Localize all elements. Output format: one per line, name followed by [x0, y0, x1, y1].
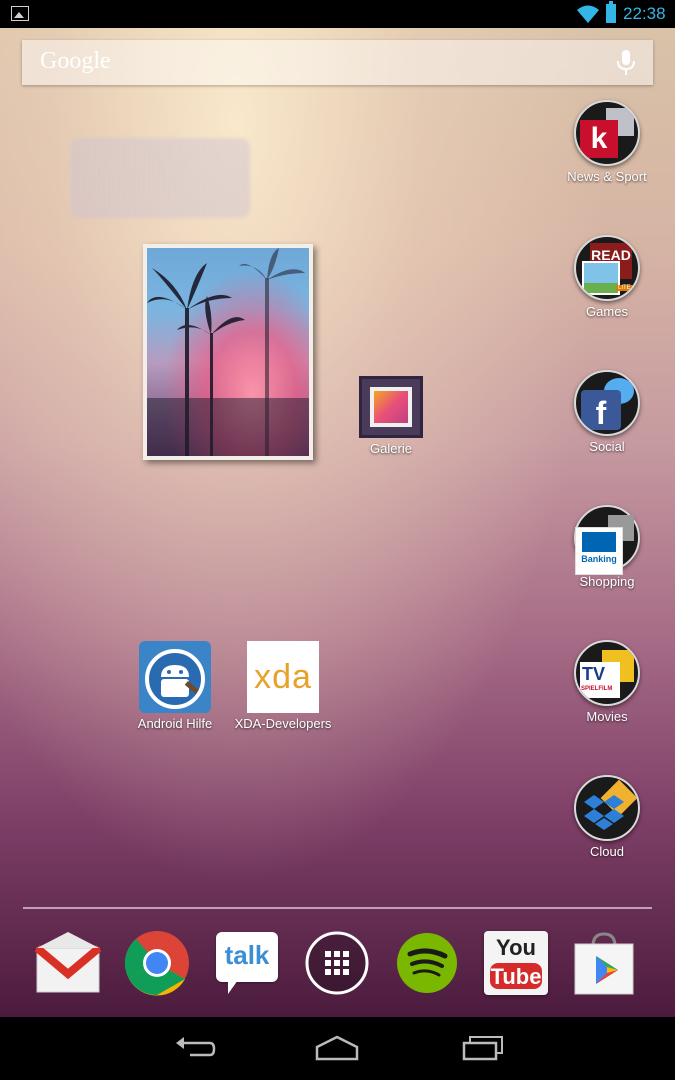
dock-chrome[interactable]	[124, 930, 190, 996]
talk-icon: talk	[216, 932, 278, 982]
back-icon[interactable]	[172, 1033, 216, 1063]
folder-icon: READ LITE	[574, 235, 640, 301]
mic-icon[interactable]	[615, 49, 637, 77]
folder-news-sport[interactable]: k News & Sport	[552, 100, 662, 184]
talk-text: talk	[224, 940, 270, 970]
dock-talk[interactable]: talk	[214, 930, 280, 996]
gallery-notification-icon	[11, 6, 29, 21]
shortcut-label: XDA-Developers	[234, 716, 332, 731]
navigation-bar	[0, 1017, 675, 1080]
folder-games[interactable]: READ LITE Games	[552, 235, 662, 319]
folder-icon: f	[574, 370, 640, 436]
chrome-icon	[124, 931, 189, 996]
game-icon	[582, 261, 620, 295]
shortcut-label: Android Hilfe	[137, 716, 213, 731]
status-bar[interactable]: 22:38	[0, 0, 675, 28]
tv-spielfilm-icon: TV SPIELFILM	[580, 662, 620, 698]
tv-text: TV	[582, 664, 606, 684]
google-logo[interactable]: Google	[40, 48, 111, 75]
folder-social[interactable]: f Social	[552, 370, 662, 454]
palm-trees-image	[147, 248, 309, 456]
banking-icon: Banking	[575, 527, 623, 575]
shortcut-galerie[interactable]: Galerie	[336, 376, 446, 456]
folder-label: News & Sport	[567, 169, 647, 184]
youtube-you: You	[496, 935, 536, 960]
xda-logo-text: xda	[254, 658, 312, 696]
lite-badge: LITE	[616, 285, 633, 291]
folder-label: Shopping	[579, 574, 635, 589]
clock: 22:38	[623, 4, 666, 23]
gallery-icon	[359, 376, 423, 438]
dock-divider	[23, 907, 652, 909]
kicker-icon: k	[580, 120, 618, 158]
recents-icon[interactable]	[460, 1033, 504, 1063]
dock-youtube[interactable]: You Tube	[483, 930, 549, 996]
wifi-icon	[577, 5, 599, 23]
app-drawer-icon	[305, 931, 369, 995]
spielfilm-text: SPIELFILM	[581, 686, 613, 692]
widget-photo	[147, 248, 309, 456]
youtube-tube: Tube	[490, 964, 542, 989]
photo-frame-widget[interactable]	[143, 244, 313, 460]
folder-icon: TV SPIELFILM	[574, 640, 640, 706]
folder-icon	[574, 775, 640, 841]
folder-label: Cloud	[590, 844, 624, 859]
dock-app-drawer[interactable]	[304, 930, 370, 996]
blurred-widget-ghost	[70, 138, 250, 218]
dock-play-store[interactable]	[571, 930, 637, 996]
shortcut-label: Galerie	[370, 441, 412, 456]
play-store-icon	[574, 932, 634, 995]
gmail-icon	[34, 932, 102, 993]
spotify-icon	[397, 933, 457, 993]
folder-shopping[interactable]: Banking Shopping	[552, 505, 662, 589]
facebook-icon: f	[581, 390, 621, 431]
dock-gmail[interactable]	[34, 930, 102, 996]
folder-label: Social	[589, 439, 625, 454]
banking-label: Banking	[581, 554, 617, 564]
home-icon[interactable]	[315, 1033, 359, 1063]
youtube-icon: You Tube	[484, 931, 548, 995]
folder-icon: k	[574, 100, 640, 166]
battery-icon	[606, 1, 616, 23]
folder-cloud[interactable]: Cloud	[552, 775, 662, 859]
google-search-bar[interactable]: Google	[22, 40, 653, 85]
folder-movies[interactable]: TV SPIELFILM Movies	[552, 640, 662, 724]
android-hilfe-icon	[139, 641, 211, 713]
dropbox-icon	[584, 795, 624, 830]
dock-spotify[interactable]	[394, 930, 460, 996]
folder-icon: Banking	[574, 505, 640, 575]
shortcut-xda-developers[interactable]: xda XDA-Developers	[228, 641, 338, 731]
shortcut-android-hilfe[interactable]: Android Hilfe	[120, 641, 230, 731]
xda-icon: xda	[247, 641, 319, 713]
folder-label: Movies	[586, 709, 628, 724]
folder-label: Games	[586, 304, 628, 319]
